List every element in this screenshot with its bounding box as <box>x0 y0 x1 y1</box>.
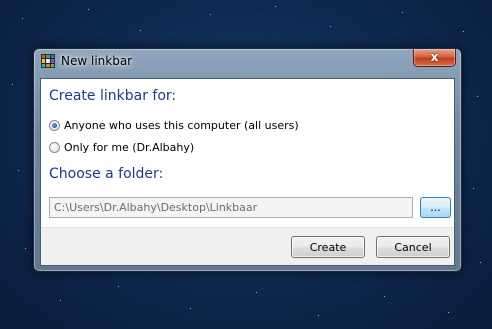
star <box>473 188 474 189</box>
radio-button-unchecked[interactable] <box>49 141 60 153</box>
dialog-window: New linkbar x Create linkbar for: Anyone… <box>33 48 462 272</box>
browse-folder-button[interactable]: ... <box>420 197 451 218</box>
star <box>318 315 319 316</box>
star <box>12 84 13 85</box>
star <box>210 14 211 15</box>
create-button[interactable]: Create <box>291 236 365 258</box>
radio-option-all-users[interactable]: Anyone who uses this computer (all users… <box>49 117 299 133</box>
star <box>384 296 385 297</box>
window-title: New linkbar <box>61 54 133 68</box>
create-for-heading: Create linkbar for: <box>49 88 177 104</box>
radio-label-all-users: Anyone who uses this computer (all users… <box>64 118 299 132</box>
star <box>480 262 481 263</box>
title-bar[interactable]: New linkbar x <box>34 49 461 75</box>
star <box>402 12 403 13</box>
star <box>330 26 331 27</box>
choose-folder-heading: Choose a folder: <box>49 166 164 182</box>
star <box>60 300 61 301</box>
folder-path-field[interactable] <box>49 197 413 218</box>
radio-button-checked[interactable] <box>49 119 60 131</box>
star <box>463 31 464 32</box>
star <box>140 30 141 31</box>
dialog-client-area: Create linkbar for: Anyone who uses this… <box>40 78 455 266</box>
close-icon: x <box>430 50 439 64</box>
linkbar-grid-icon <box>41 54 55 68</box>
radio-option-only-me[interactable]: Only for me (Dr.Albahy) <box>49 139 194 155</box>
radio-label-only-me: Only for me (Dr.Albahy) <box>64 140 195 154</box>
star <box>22 18 23 19</box>
star <box>118 286 119 287</box>
close-button[interactable]: x <box>413 49 456 67</box>
star <box>18 170 19 171</box>
star <box>256 292 257 293</box>
star <box>448 312 449 313</box>
star <box>190 308 191 309</box>
dialog-content: Create linkbar for: Anyone who uses this… <box>41 79 454 228</box>
star <box>88 9 89 10</box>
star <box>477 96 478 97</box>
cancel-button[interactable]: Cancel <box>376 236 450 258</box>
star <box>25 248 26 249</box>
star <box>275 6 276 7</box>
